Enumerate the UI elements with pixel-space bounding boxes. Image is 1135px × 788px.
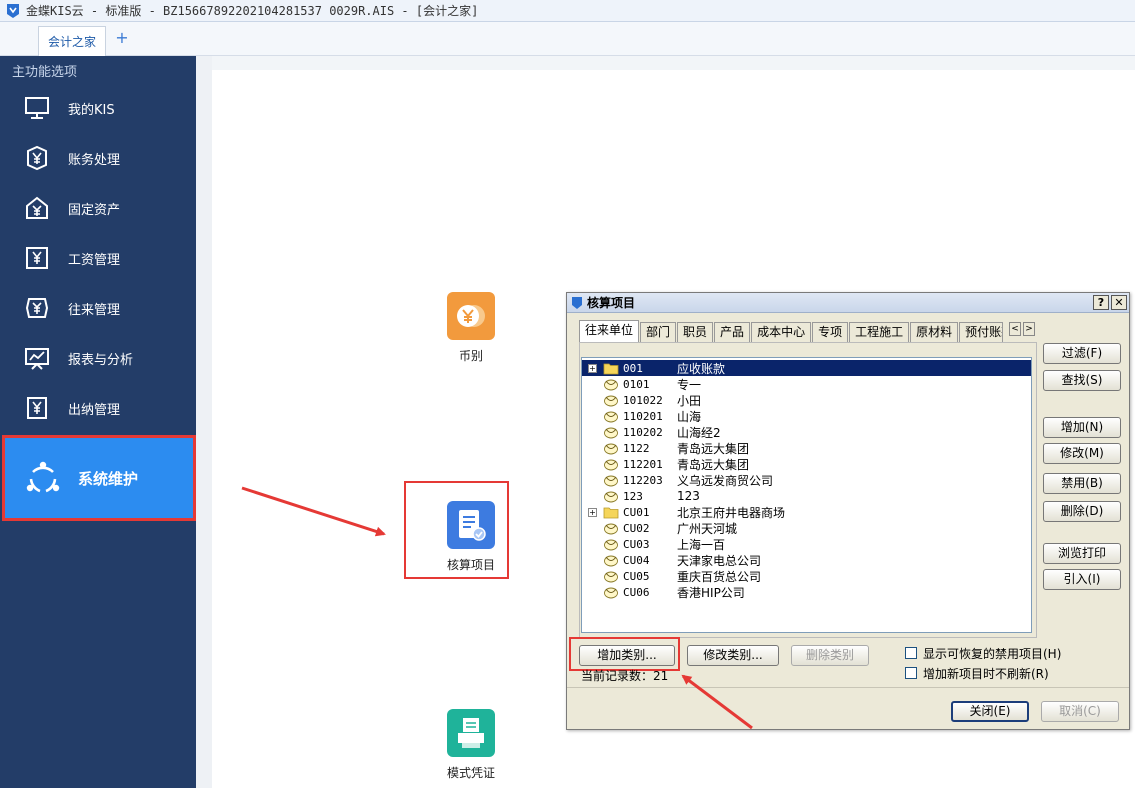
app-window: 电话：4006-6500-28网址：www.tdxsoft.com电话：4006… [0,0,1135,788]
arrow-to-add-category [681,674,753,730]
arrow-to-accounting-items [241,486,386,537]
annotation-arrows [241,486,753,730]
